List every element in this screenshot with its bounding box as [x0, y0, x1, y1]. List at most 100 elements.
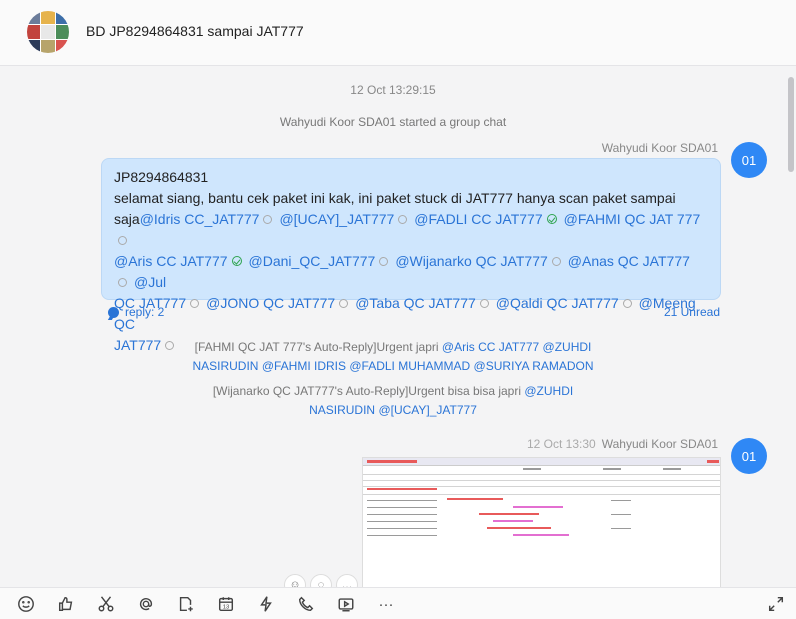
mention-link[interactable]: @FADLI MUHAMMAD — [349, 359, 470, 373]
message-scrollbar[interactable] — [786, 67, 796, 587]
flash-icon[interactable] — [256, 595, 276, 615]
document-highlight-mark — [479, 513, 539, 515]
message-line: selamat siang, bantu cek paket ini kak, … — [114, 190, 676, 206]
mention-link[interactable]: @Taba QC JAT777 — [355, 295, 476, 311]
unread-status-icon — [379, 257, 389, 266]
video-icon[interactable] — [336, 595, 356, 615]
document-text-mark — [367, 500, 437, 501]
sender-avatar[interactable]: 01 — [731, 142, 767, 178]
unread-status-icon — [165, 341, 175, 350]
unread-status-icon — [263, 215, 273, 224]
mention-link[interactable]: @SURIYA RAMADON — [474, 359, 594, 373]
chat-header: BD JP8294864831 sampai JAT777 — [0, 0, 796, 66]
mention-link[interactable]: NASIRUDIN — [192, 359, 258, 373]
document-text-mark — [603, 468, 621, 470]
message-sender: 12 Oct 13:30 Wahyudi Koor SDA01 — [527, 437, 718, 451]
document-text-mark — [663, 468, 681, 470]
mention-link[interactable]: @Aris CC JAT777 — [114, 253, 228, 269]
unread-status-icon — [118, 236, 127, 245]
mention-link[interactable]: NASIRUDIN — [309, 403, 375, 417]
mention-link[interactable]: JAT777 — [114, 337, 161, 353]
document-rule — [363, 494, 720, 495]
thumbs-up-icon[interactable] — [56, 595, 76, 615]
document-highlight-mark — [487, 527, 551, 529]
auto-reply-message: [FAHMI QC JAT 777's Auto-Reply]Urgent ja… — [180, 338, 606, 376]
document-highlight-mark — [447, 498, 503, 500]
document-text-mark — [367, 528, 437, 529]
mention-link[interactable]: @[UCAY]_JAT777 — [378, 403, 476, 417]
read-status-icon — [231, 256, 242, 266]
mention-link[interactable]: @FAHMI IDRIS — [262, 359, 346, 373]
more-options-icon[interactable]: … — [336, 574, 358, 587]
message-bubble[interactable]: JP8294864831 selamat siang, bantu cek pa… — [101, 158, 721, 353]
sender-avatar[interactable]: 01 — [731, 438, 767, 474]
unread-status-icon — [551, 257, 561, 266]
message-hover-tools: ☺ ◌ … — [284, 574, 358, 587]
unread-status-icon — [118, 278, 127, 287]
calendar-day: 13 — [223, 605, 230, 611]
document-text-mark — [523, 468, 541, 470]
read-status-icon — [546, 214, 557, 224]
composer-toolbar: 13 ··· — [0, 587, 796, 619]
mention-link[interactable]: @Aris CC JAT777 — [442, 340, 539, 354]
scissors-icon[interactable] — [96, 595, 116, 615]
file-plus-icon[interactable] — [176, 595, 196, 615]
mention-link[interactable]: @ZUHDI — [524, 384, 573, 398]
mention-link[interactable]: @Idris CC_JAT777 — [140, 211, 260, 227]
mention-link[interactable]: @Anas QC JAT777 — [568, 253, 690, 269]
message-list: 12 Oct 13:29:15 Wahyudi Koor SDA01 start… — [0, 67, 786, 587]
group-avatar[interactable] — [27, 11, 69, 53]
document-rule — [363, 480, 720, 481]
unread-status-icon — [339, 299, 349, 308]
document-title-mark — [707, 460, 719, 463]
chat-title: BD JP8294864831 sampai JAT777 — [86, 23, 304, 39]
reply-thread-link[interactable]: reply: 2 — [108, 305, 164, 319]
reply-count: reply: 2 — [125, 305, 165, 319]
mention-line: saja@Idris CC_JAT777 @[UCAY]_JAT777 @FADLI… — [114, 209, 706, 251]
mention-link[interactable]: @ZUHDI — [543, 340, 592, 354]
calendar-icon[interactable]: 13 — [216, 595, 236, 615]
document-rule — [363, 474, 720, 475]
document-text-mark — [611, 514, 631, 515]
expand-icon[interactable] — [766, 595, 786, 615]
mention-link[interactable]: @FAHMI QC JAT 777 — [564, 211, 701, 227]
mention-link[interactable]: @Jul — [134, 274, 166, 290]
message-line: JP8294864831 — [114, 169, 209, 185]
at-icon[interactable] — [136, 595, 156, 615]
auto-reply-text: [Wijanarko QC JAT777's Auto-Reply]Urgent… — [212, 384, 525, 398]
mention-link[interactable]: @JONO QC JAT777 — [206, 295, 335, 311]
document-title-mark — [367, 460, 417, 463]
scroll-thumb[interactable] — [788, 77, 794, 172]
message-text: saja — [114, 211, 140, 227]
reply-bubble-icon — [108, 306, 119, 318]
more-icon[interactable]: ··· — [376, 595, 396, 615]
phone-icon[interactable] — [296, 595, 316, 615]
unread-count[interactable]: 21 Unread — [640, 305, 720, 319]
auto-reply-text: [FAHMI QC JAT 777's Auto-Reply]Urgent ja… — [194, 340, 442, 354]
document-text-mark — [611, 500, 631, 501]
image-attachment[interactable] — [362, 457, 721, 587]
document-text-mark — [367, 521, 437, 522]
unread-status-icon — [479, 299, 489, 308]
mention-link[interactable]: @[UCAY]_JAT777 — [279, 211, 394, 227]
message-sender: Wahyudi Koor SDA01 — [601, 141, 718, 155]
document-highlight-mark — [493, 520, 533, 522]
mention-link[interactable]: @Wijanarko QC JAT777 — [395, 253, 547, 269]
mention-link[interactable]: @Dani_QC_JAT777 — [249, 253, 376, 269]
document-highlight-mark — [513, 534, 569, 536]
mention-link[interactable]: @Qaldi QC JAT777 — [496, 295, 619, 311]
message-time: 12 Oct 13:30 — [527, 437, 596, 451]
react-emoji-icon[interactable]: ☺ — [284, 574, 306, 587]
auto-reply-message: [Wijanarko QC JAT777's Auto-Reply]Urgent… — [180, 382, 606, 420]
mention-link[interactable]: @FADLI CC JAT777 — [414, 211, 542, 227]
document-text-mark — [611, 528, 631, 529]
mention-line: @Aris CC JAT777 @Dani_QC_JAT777 @Wijanarko… — [114, 251, 706, 293]
document-text-mark — [367, 514, 437, 515]
emoji-icon[interactable] — [16, 595, 36, 615]
date-stamp: 12 Oct 13:29:15 — [350, 83, 436, 97]
quote-icon[interactable]: ◌ — [310, 574, 332, 587]
document-rule — [363, 486, 720, 487]
document-text-mark — [367, 535, 437, 536]
unread-status-icon — [622, 299, 632, 308]
unread-status-icon — [190, 299, 200, 308]
